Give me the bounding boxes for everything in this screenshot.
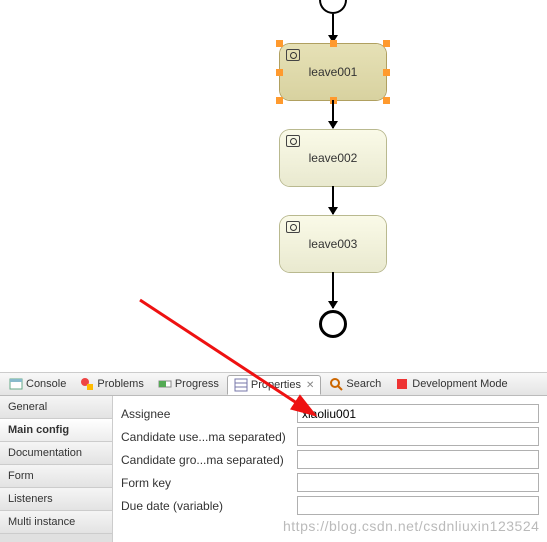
properties-form: Assignee Candidate use...ma separated) C… — [113, 396, 547, 542]
tab-label: Console — [26, 378, 66, 390]
resize-handle[interactable] — [276, 69, 283, 76]
form-key-input[interactable] — [297, 473, 539, 492]
properties-icon — [234, 378, 248, 392]
tab-label: Search — [346, 378, 381, 390]
task-label: leave001 — [309, 65, 358, 79]
progress-icon — [158, 377, 172, 391]
task-leave001[interactable]: leave001 — [280, 44, 386, 100]
tab-search[interactable]: Search — [323, 375, 387, 393]
sequence-flow[interactable] — [332, 100, 334, 128]
side-tab-main-config[interactable]: Main config — [0, 419, 112, 442]
user-task-icon — [286, 135, 300, 147]
search-icon — [329, 377, 343, 391]
diagram-canvas[interactable]: leave001 leave002 leave003 — [0, 0, 547, 372]
devmode-icon — [395, 377, 409, 391]
assignee-label: Assignee — [121, 407, 291, 421]
resize-handle[interactable] — [383, 40, 390, 47]
form-key-label: Form key — [121, 476, 291, 490]
properties-side-tabs: General Main config Documentation Form L… — [0, 396, 113, 542]
task-label: leave002 — [309, 151, 358, 165]
side-tab-documentation[interactable]: Documentation — [0, 442, 112, 465]
console-icon — [9, 377, 23, 391]
task-label: leave003 — [309, 237, 358, 251]
watermark-text: https://blog.csdn.net/csdnliuxin123524 — [283, 518, 539, 534]
end-event[interactable] — [319, 310, 347, 338]
tab-label: Development Mode — [412, 378, 507, 390]
candidate-users-label: Candidate use...ma separated) — [121, 430, 291, 444]
tab-devmode[interactable]: Development Mode — [389, 375, 513, 393]
tab-properties[interactable]: Properties ✕ — [227, 375, 322, 395]
tab-label: Progress — [175, 378, 219, 390]
tab-label: Problems — [97, 378, 143, 390]
properties-panel: General Main config Documentation Form L… — [0, 396, 547, 542]
side-tab-general[interactable]: General — [0, 396, 112, 419]
task-leave003[interactable]: leave003 — [280, 216, 386, 272]
resize-handle[interactable] — [276, 97, 283, 104]
tab-progress[interactable]: Progress — [152, 375, 225, 393]
resize-handle[interactable] — [383, 97, 390, 104]
task-leave002[interactable]: leave002 — [280, 130, 386, 186]
assignee-input[interactable] — [297, 404, 539, 423]
sequence-flow[interactable] — [332, 272, 334, 308]
view-tabs: Console Problems Progress Properties ✕ S… — [0, 372, 547, 396]
tab-problems[interactable]: Problems — [74, 375, 149, 393]
close-icon[interactable]: ✕ — [306, 380, 314, 391]
candidate-groups-input[interactable] — [297, 450, 539, 469]
due-date-label: Due date (variable) — [121, 499, 291, 513]
candidate-users-input[interactable] — [297, 427, 539, 446]
resize-handle[interactable] — [276, 40, 283, 47]
tab-label: Properties — [251, 379, 301, 391]
problems-icon — [80, 377, 94, 391]
side-tab-form[interactable]: Form — [0, 465, 112, 488]
tab-console[interactable]: Console — [3, 375, 72, 393]
sequence-flow[interactable] — [332, 186, 334, 214]
side-tab-listeners[interactable]: Listeners — [0, 488, 112, 511]
sequence-flow[interactable] — [332, 14, 334, 42]
user-task-icon — [286, 49, 300, 61]
candidate-groups-label: Candidate gro...ma separated) — [121, 453, 291, 467]
due-date-input[interactable] — [297, 496, 539, 515]
start-event[interactable] — [319, 0, 347, 14]
resize-handle[interactable] — [383, 69, 390, 76]
side-tab-multi-instance[interactable]: Multi instance — [0, 511, 112, 534]
user-task-icon — [286, 221, 300, 233]
resize-handle[interactable] — [330, 40, 337, 47]
